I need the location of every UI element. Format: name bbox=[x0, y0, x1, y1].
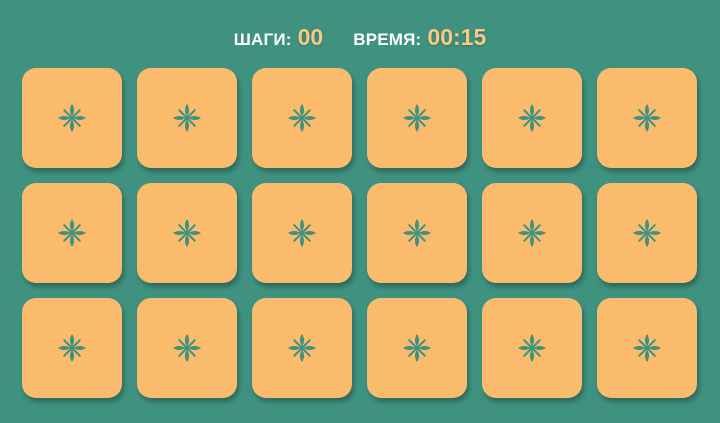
flower-icon bbox=[173, 334, 201, 362]
flower-icon bbox=[58, 104, 86, 132]
memory-card[interactable] bbox=[482, 68, 582, 168]
memory-card[interactable] bbox=[597, 183, 697, 283]
flower-icon bbox=[403, 104, 431, 132]
moves-label: ШАГИ: bbox=[233, 30, 292, 49]
memory-card[interactable] bbox=[367, 298, 467, 398]
memory-card[interactable] bbox=[252, 183, 352, 283]
flower-icon bbox=[288, 104, 316, 132]
moves-value: 00 bbox=[297, 24, 324, 50]
memory-card[interactable] bbox=[22, 68, 122, 168]
memory-card[interactable] bbox=[597, 298, 697, 398]
memory-card[interactable] bbox=[367, 183, 467, 283]
memory-card[interactable] bbox=[367, 68, 467, 168]
flower-icon bbox=[288, 219, 316, 247]
flower-icon bbox=[403, 334, 431, 362]
flower-icon bbox=[403, 219, 431, 247]
flower-icon bbox=[633, 219, 661, 247]
moves-counter: ШАГИ: 00 bbox=[234, 24, 323, 51]
memory-card[interactable] bbox=[482, 183, 582, 283]
memory-card[interactable] bbox=[597, 68, 697, 168]
flower-icon bbox=[173, 104, 201, 132]
memory-card[interactable] bbox=[252, 68, 352, 168]
flower-icon bbox=[633, 104, 661, 132]
memory-card[interactable] bbox=[137, 298, 237, 398]
flower-icon bbox=[518, 334, 546, 362]
flower-icon bbox=[58, 219, 86, 247]
time-value: 00:15 bbox=[427, 24, 487, 50]
memory-card[interactable] bbox=[22, 183, 122, 283]
flower-icon bbox=[288, 334, 316, 362]
flower-icon bbox=[173, 219, 201, 247]
flower-icon bbox=[58, 334, 86, 362]
memory-card[interactable] bbox=[22, 298, 122, 398]
stats-bar: ШАГИ: 00 ВРЕМЯ: 00:15 bbox=[0, 24, 720, 56]
flower-icon bbox=[633, 334, 661, 362]
timer: ВРЕМЯ: 00:15 bbox=[353, 24, 486, 51]
time-label: ВРЕМЯ: bbox=[353, 30, 422, 49]
flower-icon bbox=[518, 219, 546, 247]
memory-card[interactable] bbox=[137, 68, 237, 168]
memory-card[interactable] bbox=[482, 298, 582, 398]
flower-icon bbox=[518, 104, 546, 132]
memory-card[interactable] bbox=[252, 298, 352, 398]
memory-card[interactable] bbox=[137, 183, 237, 283]
card-grid bbox=[22, 68, 698, 400]
